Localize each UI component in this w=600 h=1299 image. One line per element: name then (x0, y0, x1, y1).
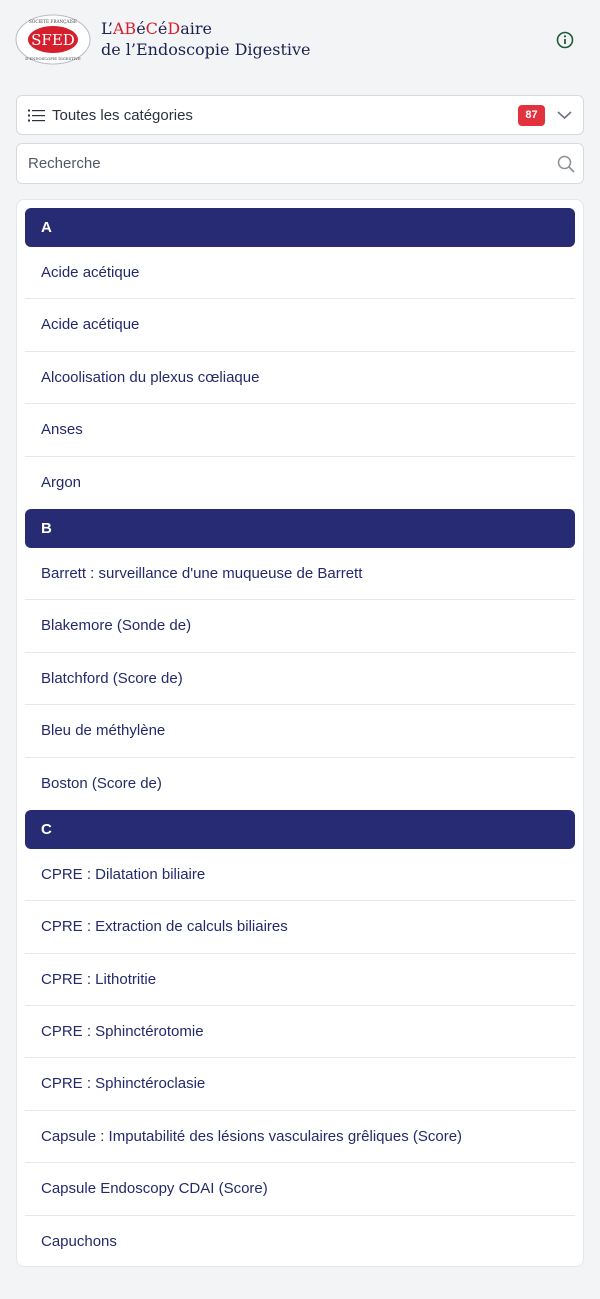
logo-ring-bottom: D'ENDOSCOPIE DIGESTIVE (25, 56, 81, 61)
list-item[interactable]: CPRE : Sphinctérotomie (25, 1006, 575, 1059)
list-item[interactable]: Acide acétique (25, 247, 575, 300)
title-part: AB (112, 19, 137, 38)
list-item[interactable]: Blatchford (Score de) (25, 653, 575, 706)
list-item[interactable]: Boston (Score de) (25, 758, 575, 810)
list-item[interactable]: Capsule Endoscopy CDAI (Score) (25, 1163, 575, 1216)
list-item[interactable]: Barrett : surveillance d'une muqueuse de… (25, 548, 575, 601)
list-item[interactable]: CPRE : Lithotritie (25, 954, 575, 1007)
list-item[interactable]: CPRE : Dilatation biliaire (25, 849, 575, 902)
logo-text: SFED (31, 31, 75, 49)
chevron-down-icon (557, 111, 572, 120)
app-title-line2: de l’Endoscopie Digestive (101, 40, 311, 59)
sfed-logo: SFED SOCIÉTÉ FRANÇAISE D'ENDOSCOPIE DIGE… (15, 14, 91, 65)
list-item[interactable]: Blakemore (Sonde de) (25, 600, 575, 653)
title-part: é (157, 19, 168, 38)
list-icon (28, 109, 45, 122)
list-item[interactable]: CPRE : Extraction de calculs biliaires (25, 901, 575, 954)
list-item[interactable]: CPRE : Sphinctéroclasie (25, 1058, 575, 1111)
title-part: C (145, 19, 158, 38)
list-item[interactable]: Bleu de méthylène (25, 705, 575, 758)
section-a: A Acide acétique Acide acétique Alcoolis… (17, 208, 583, 509)
list-item[interactable]: Acide acétique (25, 299, 575, 352)
app-header: SFED SOCIÉTÉ FRANÇAISE D'ENDOSCOPIE DIGE… (0, 0, 600, 80)
list-item[interactable]: Anses (25, 404, 575, 457)
list-item[interactable]: Argon (25, 457, 575, 509)
search-icon[interactable] (557, 155, 575, 173)
glossary-list: A Acide acétique Acide acétique Alcoolis… (16, 199, 584, 1267)
info-circle-icon[interactable] (556, 31, 574, 49)
logo-ring-top: SOCIÉTÉ FRANÇAISE (29, 19, 77, 24)
section-header-b: B (25, 508, 575, 548)
section-header-a: A (25, 208, 575, 247)
title-part: D (167, 19, 181, 38)
category-filter-dropdown[interactable]: Toutes les catégories 87 (16, 95, 584, 135)
app-title-line1: L’ABéCéDaire (101, 18, 311, 39)
list-item[interactable]: Capuchons (25, 1216, 575, 1266)
category-filter-label: Toutes les catégories (52, 107, 193, 124)
app-title: L’ABéCéDaire de l’Endoscopie Digestive (101, 18, 311, 60)
section-header-c: C (25, 809, 575, 849)
list-item[interactable]: Alcoolisation du plexus cœliaque (25, 352, 575, 405)
section-c: C CPRE : Dilatation biliaire CPRE : Extr… (17, 809, 583, 1266)
list-item[interactable]: Capsule : Imputabilité des lésions vascu… (25, 1111, 575, 1164)
title-part: aire (180, 19, 212, 38)
search-bar (16, 143, 584, 184)
search-input[interactable] (28, 144, 548, 183)
title-part: é (136, 19, 146, 38)
title-part: L’ (101, 19, 113, 38)
section-b: B Barrett : surveillance d'une muqueuse … (17, 508, 583, 810)
category-count-badge: 87 (518, 105, 545, 126)
